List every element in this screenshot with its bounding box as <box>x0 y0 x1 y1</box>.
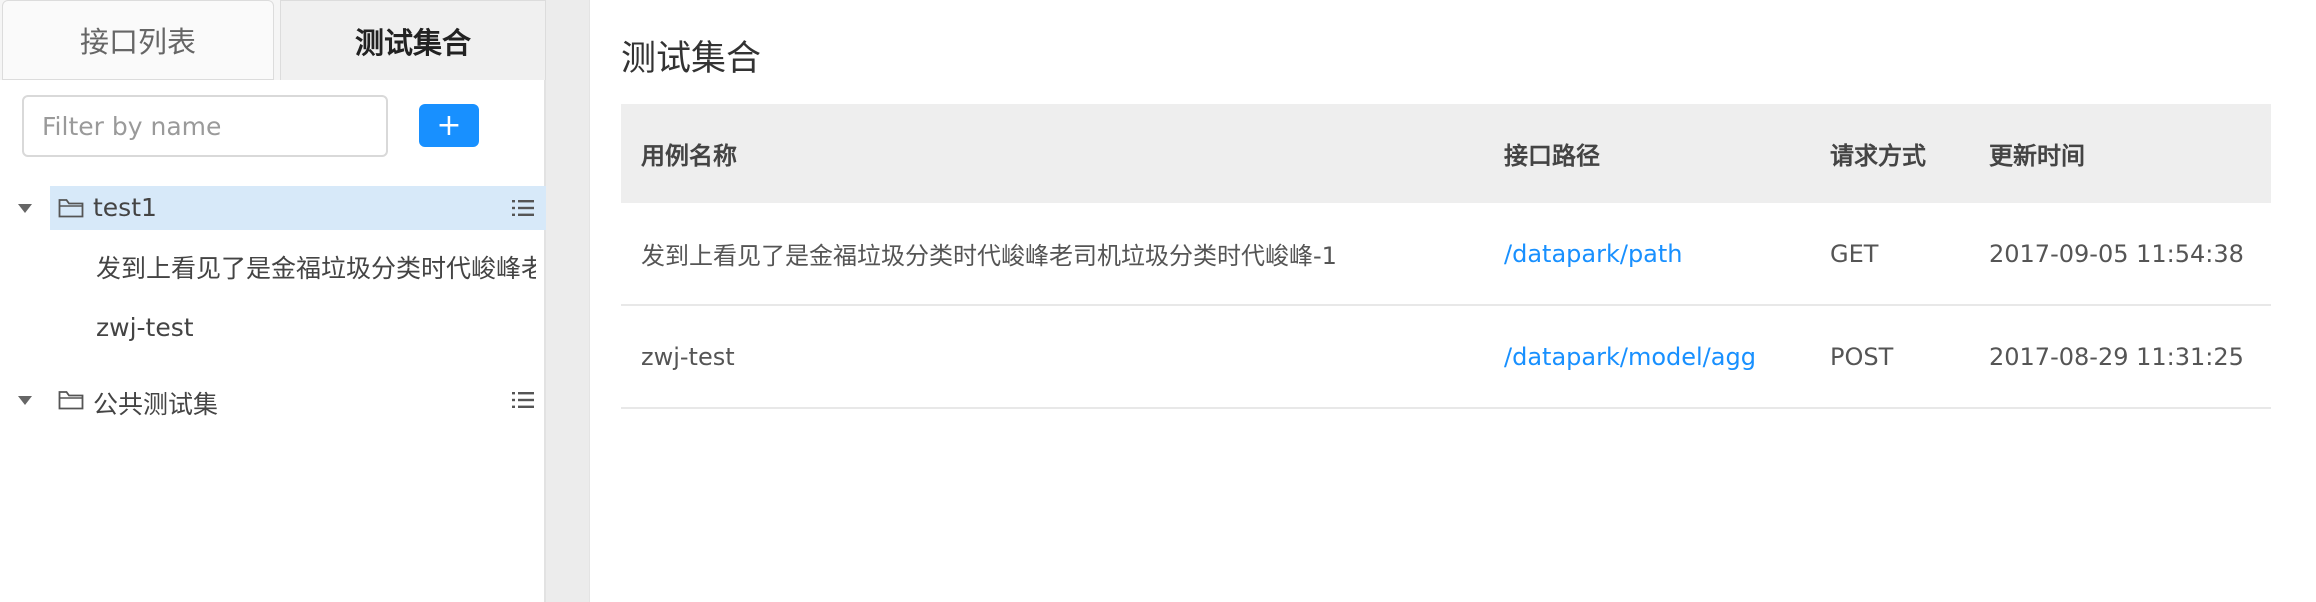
column-header-updated: 更新时间 <box>1989 142 2085 170</box>
case-name: 发到上看见了是金福垃圾分类时代峻峰老司机垃圾分类时代峻峰-1 <box>641 242 1337 270</box>
case-name: zwj-test <box>641 342 735 371</box>
request-method: POST <box>1830 342 1894 371</box>
list-menu-icon[interactable] <box>512 391 534 409</box>
tab-api-list[interactable]: 接口列表 <box>2 0 274 80</box>
updated-time: 2017-08-29 11:31:25 <box>1989 342 2244 371</box>
column-header-case-name: 用例名称 <box>641 142 737 170</box>
filter-input[interactable] <box>22 95 388 157</box>
cases-table: 用例名称 接口路径 请求方式 更新时间 发到上看见了是金福垃圾分类时代峻峰老司机… <box>621 104 2271 409</box>
column-header-method: 请求方式 <box>1830 142 1926 170</box>
tree-leaf-label: 发到上看见了是金福垃圾分类时代峻峰老司 <box>96 254 536 283</box>
sidebar-tabs: 接口列表 测试集合 <box>0 0 546 80</box>
page-title: 测试集合 <box>621 39 762 79</box>
folder-icon <box>58 199 84 218</box>
tree-leaf-zwj-test[interactable]: zwj-test <box>0 306 546 350</box>
table-row: 发到上看见了是金福垃圾分类时代峻峰老司机垃圾分类时代峻峰-1 /datapark… <box>621 203 2271 306</box>
column-header-api-path: 接口路径 <box>1504 142 1600 170</box>
tab-test-collection[interactable]: 测试集合 <box>280 0 546 80</box>
table-header: 用例名称 接口路径 请求方式 更新时间 <box>621 104 2271 203</box>
list-menu-icon[interactable] <box>512 199 534 217</box>
folder-icon <box>58 391 84 410</box>
api-path-link[interactable]: /datapark/path <box>1504 203 1683 304</box>
tree-node-test1[interactable]: test1 <box>0 186 546 230</box>
tree-node-public-collection[interactable]: 公共测试集 <box>0 378 546 422</box>
tree-leaf-case[interactable]: 发到上看见了是金福垃圾分类时代峻峰老司 <box>0 242 546 286</box>
request-method: GET <box>1830 239 1879 268</box>
table-row: zwj-test /datapark/model/agg POST 2017-0… <box>621 306 2271 409</box>
add-collection-button[interactable]: + <box>419 104 479 147</box>
main-content: 测试集合 用例名称 接口路径 请求方式 更新时间 发到上看见了是金福垃圾分类时代… <box>589 0 2316 602</box>
caret-down-icon[interactable] <box>18 396 32 405</box>
tree-leaf-label: zwj-test <box>96 313 194 342</box>
caret-down-icon[interactable] <box>18 204 32 213</box>
sidebar: 接口列表 测试集合 + test1 发到上看见了是金福垃圾分类时代峻峰老司 zw… <box>0 0 546 602</box>
updated-time: 2017-09-05 11:54:38 <box>1989 239 2244 268</box>
api-path-link[interactable]: /datapark/model/agg <box>1504 306 1756 407</box>
tree-node-label: 公共测试集 <box>93 390 219 419</box>
tree-node-label: test1 <box>93 193 157 222</box>
